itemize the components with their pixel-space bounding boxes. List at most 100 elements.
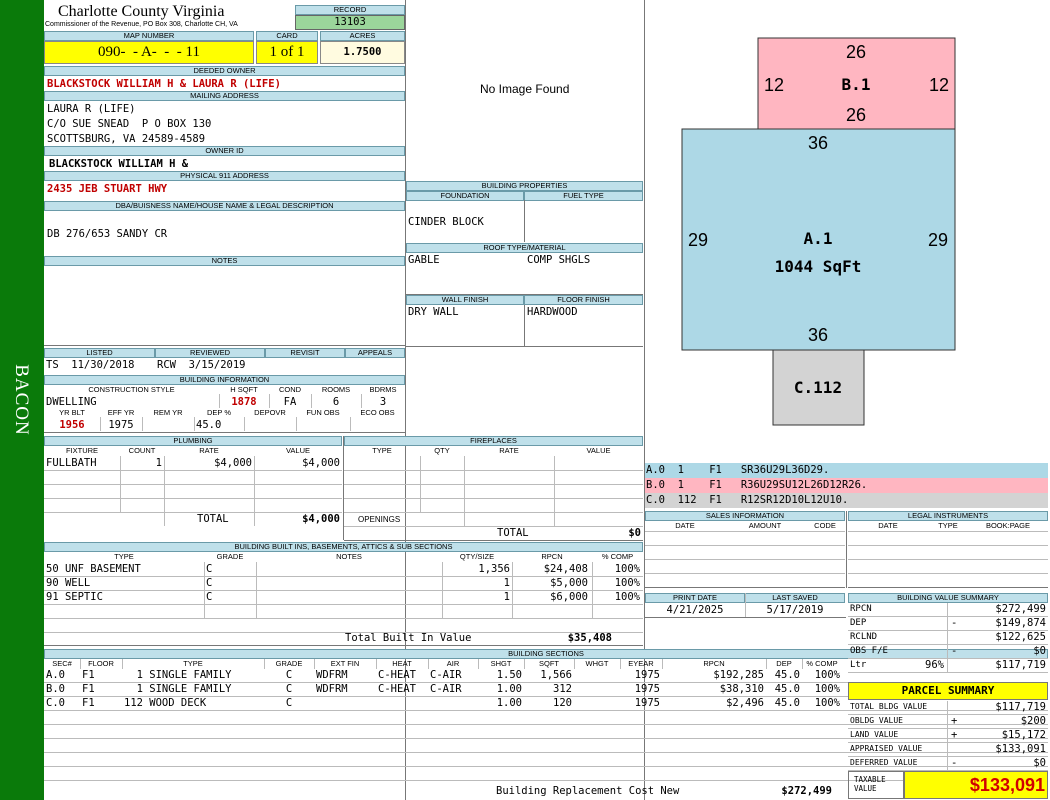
sections-cell-rpcn: $2,496 [726, 697, 764, 709]
building-sketch: 26 26 12 12 36 36 29 29 B.1 A.1 1044 SqF… [681, 37, 956, 426]
sections-cell-sec: B.0 [46, 683, 65, 695]
plumbing-count: 1 [155, 457, 162, 469]
last-saved: 5/17/2019 [766, 604, 824, 616]
floor-finish-header: FLOOR FINISH [524, 295, 643, 305]
legal-description: DB 276/653 SANDY CR [47, 228, 168, 240]
listed-header: LISTED [44, 348, 155, 358]
no-image-text: No Image Found [480, 82, 570, 96]
legal-col-date: DATE [878, 521, 898, 530]
card-header: CARD [256, 31, 318, 41]
builtins-col-rpcn: RPCN [541, 552, 563, 561]
sections-cell-comp: 100% [814, 683, 840, 695]
value-summary-header: BUILDING VALUE SUMMARY [848, 593, 1048, 603]
sections-cell-rpcn: $192,285 [713, 669, 764, 681]
sketch-b-label: B.1 [842, 75, 871, 94]
sections-cell-comp: 100% [814, 697, 840, 709]
sections-cell-type: 112 WOOD DECK [124, 697, 207, 709]
map-number: 090- - A- - - 11 [98, 44, 200, 60]
parcel-summary-value: $133,091 [995, 743, 1046, 755]
dep-header: DEP % [206, 408, 232, 417]
sales-col-amount: AMOUNT [748, 521, 782, 530]
sketch-c-label: C.112 [794, 378, 842, 397]
roof-header: ROOF TYPE/MATERIAL [406, 243, 643, 253]
sketch-b-left: 12 [764, 75, 784, 95]
wall-finish-header: WALL FINISH [406, 295, 524, 305]
sections-col-divider [478, 659, 479, 669]
plumbing-fixture: FULLBATH [46, 457, 97, 469]
sections-col-eyear: EYEAR [628, 659, 654, 668]
builtins-cell-comp: 100% [614, 591, 640, 603]
bdrms-header: BDRMS [369, 385, 397, 394]
fuel-type-header: FUEL TYPE [524, 191, 643, 201]
sketch-b-bottom: 26 [846, 105, 866, 125]
card-box: 1 of 1 [256, 41, 318, 64]
sections-cell-air: C-AIR [430, 683, 462, 695]
sections-col-heat: HEAT [392, 659, 412, 668]
wall-finish-value: DRY WALL [408, 306, 459, 318]
builtins-header: BUILDING BUILT INS, BASEMENTS, ATTICS & … [44, 542, 643, 552]
sections-cell-grade: C [285, 669, 293, 681]
roof-material: COMP SHGLS [527, 254, 591, 266]
value-summary-value: $149,874 [995, 617, 1046, 629]
map-number-header: MAP NUMBER [44, 31, 254, 41]
hsqft-value: 1878 [231, 396, 257, 408]
print-date-header: PRINT DATE [645, 593, 745, 603]
sections-col-divider [428, 659, 429, 669]
appeals-header: APPEALS [345, 348, 405, 358]
builtins-cell-qty: 1 [503, 577, 510, 589]
foundation-value: CINDER BLOCK [408, 216, 484, 228]
sections-col-divider [122, 659, 123, 669]
builtins-col-divider [256, 562, 257, 618]
sections-cell-comp: 100% [814, 669, 840, 681]
sketch-a-bottom: 36 [808, 325, 828, 345]
sections-cell-eyear: 1975 [634, 683, 660, 695]
sections-cell-type: 1 SINGLE FAMILY [124, 669, 232, 681]
plumbing-col-rate: RATE [199, 446, 219, 455]
sections-col-comp: % COMP [806, 659, 838, 668]
fireplace-total-label: TOTAL [497, 527, 529, 539]
value-summary-value: $0 [1033, 645, 1046, 657]
plumbing-header: PLUMBING [44, 436, 342, 446]
sections-cell-shgt: 1.00 [496, 683, 522, 695]
parcel-summary-value: $200 [1020, 715, 1046, 727]
sketch-legend-a: A.0 1 F1 SR36U29L36D29. [645, 463, 1048, 478]
parcel-summary-label: TOTAL BLDG VALUE [850, 702, 928, 711]
floor-finish-value: HARDWOOD [527, 306, 578, 318]
value-summary-value: $272,499 [995, 603, 1046, 615]
sections-cell-dep: 45.0 [774, 669, 800, 681]
sections-cell-dep: 45.0 [774, 683, 800, 695]
sketch-legend-a-text: A.0 1 F1 SR36U29L36D29. [646, 464, 830, 476]
sections-col-shgt: SHGT [490, 659, 512, 668]
value-summary-label: DEP [850, 618, 867, 628]
yrblt-value: 1956 [59, 419, 85, 431]
parcel-summary-divider [947, 701, 948, 771]
print-date: 4/21/2025 [666, 604, 724, 616]
sections-cell-shgt: 1.50 [496, 669, 522, 681]
sales-col-code: CODE [814, 521, 836, 530]
cond-header: COND [278, 385, 302, 394]
last-saved-header: LAST SAVED [745, 593, 845, 603]
sections-cell-heat: C-HEAT [378, 669, 416, 681]
builtins-cell-grade: C [206, 563, 213, 575]
sidebar-label: BACON [11, 364, 32, 436]
legal-col-bookpage: BOOK:PAGE [985, 521, 1031, 530]
acres-header: ACRES [320, 31, 405, 41]
sketch-a-top: 36 [808, 133, 828, 153]
builtins-row-line [44, 618, 643, 619]
sketch-a-right: 29 [928, 230, 948, 250]
sections-col-floor: FLOOR [88, 659, 114, 668]
record-value: 13103 [295, 15, 405, 30]
builtins-total-label: Total Built In Value [345, 632, 472, 644]
fireplace-total: $0 [628, 527, 641, 539]
hsqft-header: H SQFT [230, 385, 258, 394]
plumbing-col-count: COUNT [128, 446, 156, 455]
sketch-b-right: 12 [929, 75, 949, 95]
sections-cell-type: 1 SINGLE FAMILY [124, 683, 232, 695]
depovr-header: DEPOVR [254, 408, 286, 417]
funobs-header: FUN OBS [306, 408, 340, 417]
building-info-header: BUILDING INFORMATION [44, 375, 405, 385]
sketch-b-top: 26 [846, 42, 866, 62]
sections-cell-sec: A.0 [46, 669, 65, 681]
foundation-header: FOUNDATION [406, 191, 524, 201]
builtins-col-grade: GRADE [216, 552, 244, 561]
